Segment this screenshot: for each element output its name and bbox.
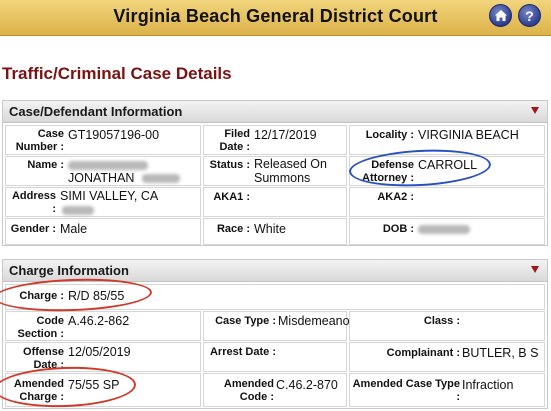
race-label: Race : [216,223,250,235]
code-section-label: Code Section : [17,315,64,340]
status-label: Status : [209,159,250,171]
charge-label: Charge : [19,290,64,302]
court-header-bar: Virginia Beach General District Court ? [0,0,551,36]
class-cell: Class : [349,311,545,341]
case-section-header[interactable]: Case/Defendant Information [3,101,547,123]
house-glyph [494,10,507,21]
charge-section-header[interactable]: Charge Information [3,260,547,282]
charge-value: R/D 85/55 [68,289,125,303]
status-cell: Status : Released On Summons [203,156,347,186]
case-defendant-section: Case/Defendant Information Case Number :… [2,100,548,246]
defense-attorney-value: CARROLL [418,158,478,172]
defense-attorney-cell: Defense Attorney : CARROLL [349,156,545,186]
aka1-cell: AKA1 : [203,187,347,217]
locality-cell: Locality : VIRGINIA BEACH [349,125,545,155]
amended-charge-value: 75/55 SP [68,378,120,392]
charge-section: Charge Information Charge : R/D 85/55 Co… [2,259,548,409]
amended-charge-label: Amended Charge : [13,378,64,403]
address-label: Address : [11,190,56,215]
case-section-heading: Case/Defendant Information [9,104,183,119]
amended-code-value: C.46.2-870 [276,378,338,392]
court-title: Virginia Beach General District Court [113,6,438,26]
case-number-value: GT19057196-00 [68,128,160,142]
help-icon-glyph: ? [525,7,534,24]
code-section-value: A.46.2-862 [68,314,130,328]
amended-charge-cell: Amended Charge : 75/55 SP [5,373,201,407]
defense-attorney-label: Defense Attorney : [362,159,414,184]
dob-redacted [418,221,470,238]
amended-case-type-label: Amended Case Type : [352,378,460,403]
amended-case-type-cell: Amended Case Type : Infraction [349,373,545,407]
gender-value: Male [60,222,88,236]
amended-code-cell: Amended Code : C.46.2-870 [203,373,347,407]
name-cell: Name : JONATHAN [5,156,201,186]
offense-date-label: Offense Date : [23,346,64,371]
page-title: Traffic/Criminal Case Details [2,64,232,83]
aka1-label: AKA1 : [213,191,250,203]
case-number-cell: Case Number : GT19057196-00 [5,125,201,155]
aka2-cell: AKA2 : [349,187,545,217]
name-first: JONATHAN [68,171,135,185]
address-redacted [62,202,94,219]
charge-section-heading: Charge Information [9,263,129,278]
gender-cell: Gender : Male [5,218,201,245]
case-type-label: Case Type : [215,315,276,327]
arrest-date-label: Arrest Date : [209,346,276,358]
complainant-label: Complainant : [386,347,460,359]
collapse-arrow-icon[interactable] [531,266,539,273]
home-icon[interactable] [489,4,512,27]
amended-code-label: Amended Code : [223,378,274,403]
offense-date-value: 12/05/2019 [68,345,131,359]
aka2-label: AKA2 : [377,191,414,203]
amended-case-type-value: Infraction [462,378,514,392]
case-type-cell: Case Type : Misdemeanor [203,311,354,341]
case-type-value: Misdemeanor [278,314,354,328]
complainant-cell: Complainant : BUTLER, B S [349,342,545,372]
arrest-date-cell: Arrest Date : [203,342,347,372]
dob-cell: DOB : [349,218,545,245]
filed-date-cell: Filed Date : 12/17/2019 [203,125,347,155]
name-label: Name : [27,159,64,171]
name-value: JONATHAN [68,170,180,187]
filed-date-label: Filed Date : [219,128,250,153]
class-label: Class : [423,315,460,327]
race-cell: Race : White [203,218,347,245]
dob-label: DOB : [382,223,414,235]
race-value: White [254,222,286,236]
status-value: Released On Summons [254,157,327,185]
name-redacted-blur [141,174,180,184]
complainant-value: BUTLER, B S [462,346,539,360]
case-number-label: Case Number : [15,128,64,153]
collapse-arrow-icon[interactable] [531,107,539,114]
help-icon[interactable]: ? [518,4,541,27]
offense-date-cell: Offense Date : 12/05/2019 [5,342,201,372]
filed-date-value: 12/17/2019 [254,128,317,142]
locality-label: Locality : [365,129,414,141]
address-cell: Address : SIMI VALLEY, CA [5,187,201,217]
charge-cell: Charge : R/D 85/55 [5,284,545,310]
locality-value: VIRGINIA BEACH [418,128,519,142]
gender-label: Gender : [10,223,56,235]
code-section-cell: Code Section : A.46.2-862 [5,311,201,341]
